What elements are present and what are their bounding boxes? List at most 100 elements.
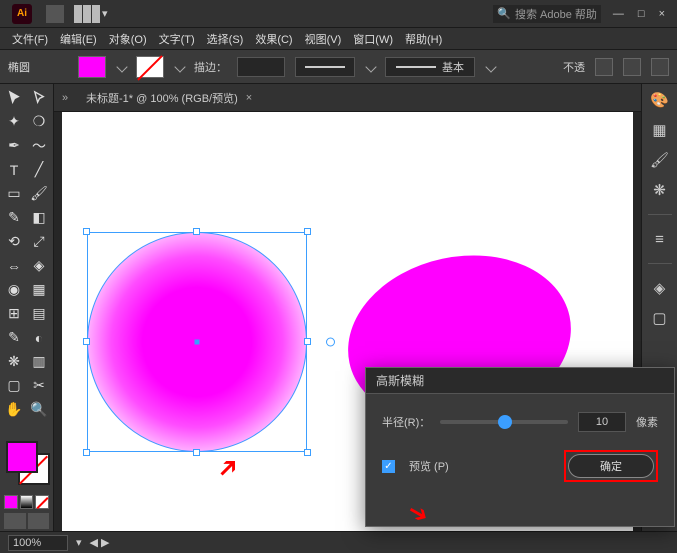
slice-tool[interactable]: ✂ [27,374,51,397]
annotation-arrow-icon: ➔ [209,449,246,486]
menu-object[interactable]: 对象(O) [105,29,151,49]
tab-close-button[interactable]: × [246,92,252,104]
resize-handle[interactable] [304,338,311,345]
align-button[interactable] [595,58,613,76]
transform-button[interactable] [623,58,641,76]
curvature-tool[interactable]: ～ [27,134,51,157]
mesh-tool[interactable]: ⊞ [2,302,26,325]
opacity-label: 不透 [563,59,585,75]
radius-slider[interactable] [440,420,568,424]
preview-checkbox[interactable]: ✓ [382,460,395,473]
paintbrush-tool[interactable]: 🖌 [27,182,51,205]
color-controls[interactable] [0,437,53,493]
draw-normal-icon[interactable] [4,513,26,529]
slider-thumb[interactable] [498,415,512,429]
annotation-arrow-icon: ➔ [402,496,434,531]
gaussian-blur-dialog: 高斯模糊 半径(R)： 10 像素 ✓ 预览 (P) 确定 ➔ [365,367,675,527]
preview-label: 预览 (P) [409,458,449,474]
zoom-tool[interactable]: 🔍 [27,398,51,421]
free-transform-tool[interactable]: ◈ [27,254,51,277]
resize-handle[interactable] [83,228,90,235]
shape-builder-tool[interactable]: ◉ [2,278,26,301]
menu-file[interactable]: 文件(F) [8,29,52,49]
panel-separator [648,263,672,264]
minimize-button[interactable]: — [613,8,624,20]
menu-effect[interactable]: 效果(C) [251,29,296,49]
variable-width-profile[interactable] [295,57,355,77]
menu-edit[interactable]: 编辑(E) [56,29,101,49]
layers-panel-icon[interactable]: ◈ [650,278,670,298]
brush-definition[interactable]: 基本 [385,57,475,77]
eyedropper-tool[interactable]: ✎ [2,326,26,349]
magic-wand-tool[interactable]: ✦ [2,110,26,133]
ok-button[interactable]: 确定 [568,454,654,478]
line-tool[interactable]: ╱ [27,158,51,181]
workspace-switcher[interactable] [74,5,100,23]
type-tool[interactable]: T [2,158,26,181]
swatches-panel-icon[interactable]: ▦ [650,120,670,140]
gradient-mode-icon[interactable] [20,495,34,509]
menu-view[interactable]: 视图(V) [301,29,346,49]
selection-tool[interactable] [2,86,26,109]
chevron-down-icon[interactable] [365,61,376,72]
symbol-sprayer-tool[interactable]: ❋ [2,350,26,373]
radius-input[interactable]: 10 [578,412,626,432]
eraser-tool[interactable]: ◧ [27,206,51,229]
more-options-button[interactable] [651,58,669,76]
shaper-tool[interactable]: ✎ [2,206,26,229]
artboard-nav[interactable]: ◀ ▶ [90,536,110,549]
gradient-tool[interactable]: ▤ [27,302,51,325]
resize-handle[interactable] [83,449,90,456]
resize-handle[interactable] [304,228,311,235]
symbols-panel-icon[interactable]: ❋ [650,180,670,200]
stroke-panel-icon[interactable]: ≡ [650,229,670,249]
artboard-tool[interactable]: ▢ [2,374,26,397]
menu-help[interactable]: 帮助(H) [401,29,446,49]
none-mode-icon[interactable] [35,495,49,509]
hand-tool[interactable]: ✋ [2,398,26,421]
color-mode-icon[interactable] [4,495,18,509]
bridge-icon[interactable] [46,5,64,23]
chevron-down-icon[interactable] [485,61,496,72]
chevron-down-icon[interactable] [116,61,127,72]
rectangle-tool[interactable]: ▭ [2,182,26,205]
artboards-panel-icon[interactable]: ▢ [650,308,670,328]
close-button[interactable]: × [659,8,665,20]
search-input[interactable]: 🔍 搜索 Adobe 帮助 [493,5,601,23]
resize-handle[interactable] [83,338,90,345]
pen-tool[interactable]: ✒ [2,134,26,157]
blend-tool[interactable]: ◐ [27,326,51,349]
column-graph-tool[interactable]: ▥ [27,350,51,373]
scale-tool[interactable]: ⤢ [27,230,51,253]
direct-selection-tool[interactable] [27,86,51,109]
pie-widget[interactable] [326,338,335,347]
lasso-tool[interactable]: ❍ [27,110,51,133]
perspective-tool[interactable]: ▦ [27,278,51,301]
menu-select[interactable]: 选择(S) [203,29,248,49]
fill-color[interactable] [6,441,38,473]
chevron-down-icon[interactable]: ▾ [102,7,108,20]
stroke-swatch[interactable] [136,56,164,78]
resize-handle[interactable] [193,449,200,456]
resize-handle[interactable] [304,449,311,456]
fill-swatch[interactable] [78,56,106,78]
expand-panels-icon[interactable]: » [62,92,78,104]
brushes-panel-icon[interactable]: 🖌 [650,150,670,170]
rotate-tool[interactable]: ⟲ [2,230,26,253]
center-point[interactable] [195,340,200,345]
resize-handle[interactable] [193,228,200,235]
menu-type[interactable]: 文字(T) [155,29,199,49]
color-panel-icon[interactable]: 🎨 [650,90,670,110]
menu-window[interactable]: 窗口(W) [349,29,397,49]
stroke-weight-input[interactable] [237,57,285,77]
shape-name: 椭圆 [8,59,68,75]
maximize-button[interactable]: □ [638,8,645,20]
zoom-level[interactable]: 100% [8,535,68,551]
width-tool[interactable]: ⇔ [2,254,26,277]
zoom-dropdown-icon[interactable]: ▾ [76,536,82,549]
document-tab[interactable]: 未标题-1* @ 100% (RGB/预览) × [78,90,260,106]
chevron-down-icon[interactable] [174,61,185,72]
selected-ellipse[interactable] [87,232,307,452]
draw-behind-icon[interactable] [28,513,50,529]
annotation-highlight: 确定 [564,450,658,482]
